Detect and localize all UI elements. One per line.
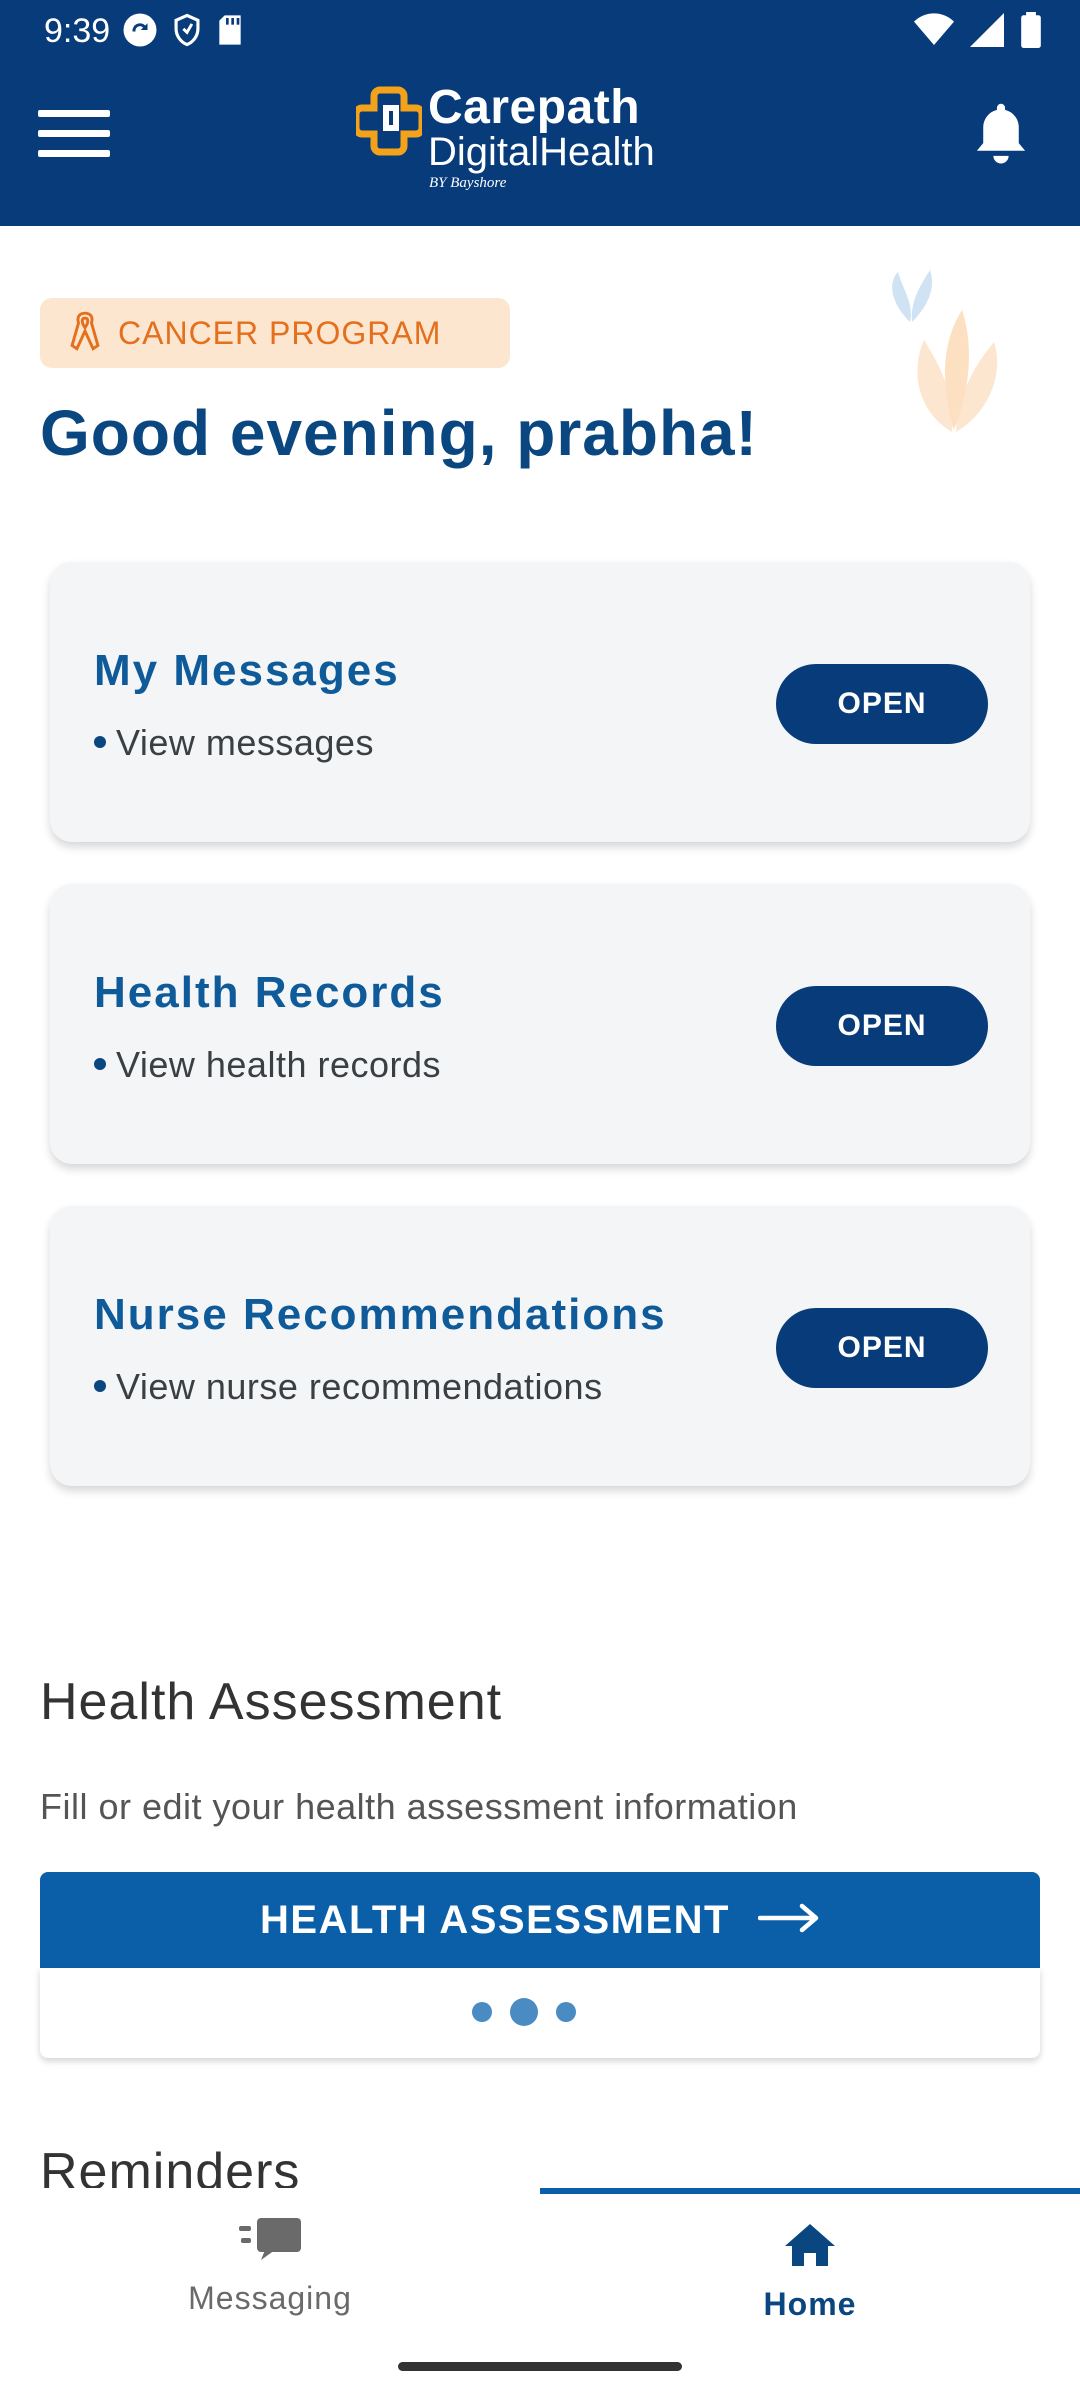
sync-icon [122,12,158,52]
chat-icon [237,2216,303,2266]
loading-indicator [472,1998,576,2026]
app-header: 9:39 Carepath DigitalHealth BY Bayshore [0,0,1080,226]
open-nurse-recommendations-button[interactable]: OPEN [776,1308,988,1388]
card-my-messages: My Messages View messages OPEN [50,562,1030,842]
shield-icon [172,13,202,51]
wifi-icon [914,13,954,51]
arrow-right-icon [757,1903,820,1937]
card-title: Health Records [94,968,445,1017]
program-badge: CANCER PROGRAM [40,298,510,368]
bullet-dot [94,1380,106,1393]
health-assessment-button-label: HEALTH ASSESSMENT [260,1897,730,1942]
logo-line-3: BY Bayshore [429,175,507,191]
health-assessment-title: Health Assessment [40,1673,503,1731]
home-gesture-bar[interactable] [398,2362,682,2371]
status-time: 9:39 [44,12,111,50]
card-bullet-text: View messages [116,722,374,763]
greeting-text: Good evening, prabha! [40,397,758,469]
logo-line-1: Carepath [428,81,641,134]
logo-line-2: DigitalHealth [428,130,655,174]
card-bullet-text: View health records [116,1044,442,1085]
card-bullet: View health records [94,1044,441,1086]
card-title: My Messages [94,646,400,695]
ribbon-icon [68,310,102,356]
bell-icon[interactable] [970,100,1038,170]
card-bullet: View nurse recommendations [94,1366,603,1408]
nav-messaging-label: Messaging [188,2280,352,2316]
health-assessment-loading-panel [40,1968,1040,2058]
carepath-logo-mark [356,86,422,156]
sd-card-icon [216,14,244,50]
card-health-records: Health Records View health records OPEN [50,884,1030,1164]
bullet-dot [94,736,106,749]
carepath-logo: Carepath DigitalHealth BY Bayshore [356,80,756,192]
health-assessment-button[interactable]: HEALTH ASSESSMENT [40,1872,1040,1968]
status-bar: 9:39 [0,0,1080,62]
open-messages-button[interactable]: OPEN [776,664,988,744]
open-health-records-button[interactable]: OPEN [776,986,988,1066]
card-bullet: View messages [94,722,374,764]
health-assessment-description: Fill or edit your health assessment info… [40,1786,798,1827]
nav-home-label: Home [763,2286,857,2322]
program-badge-label: CANCER PROGRAM [118,314,442,351]
card-bullet-text: View nurse recommendations [116,1366,603,1407]
bullet-dot [94,1058,106,1071]
nav-messaging[interactable]: Messaging [0,2188,540,2328]
nav-home[interactable]: Home [540,2188,1080,2328]
home-icon [783,2222,837,2272]
signal-icon [970,13,1004,51]
battery-icon [1020,12,1042,52]
hamburger-menu-icon[interactable] [38,106,112,162]
card-title: Nurse Recommendations [94,1290,667,1339]
leaf-decoration [870,262,1020,446]
card-nurse-recommendations: Nurse Recommendations View nurse recomme… [50,1206,1030,1486]
